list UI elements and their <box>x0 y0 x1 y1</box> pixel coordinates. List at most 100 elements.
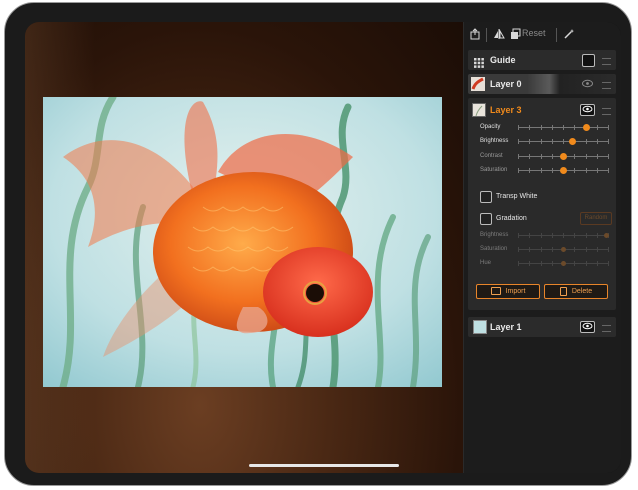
panel-toolbar: Reset <box>464 22 621 48</box>
tablet-frame: Reset Guide Layer 0 Layer 3 Opacity Brig… <box>4 2 632 486</box>
slider-tick <box>608 139 609 144</box>
slider-tick <box>585 154 587 159</box>
slider-knob[interactable] <box>560 167 567 174</box>
reset-button[interactable]: Reset <box>522 28 546 38</box>
slider-tick <box>551 168 553 173</box>
eye-icon[interactable] <box>582 79 593 90</box>
drag-handle-icon[interactable] <box>602 58 611 65</box>
slider-tick <box>563 233 564 238</box>
slider-tick <box>540 261 542 266</box>
slider-tick <box>518 168 519 173</box>
slider-tick <box>574 154 576 159</box>
slider-tick <box>529 247 531 252</box>
export-icon[interactable] <box>468 28 482 42</box>
random-button[interactable]: Random <box>580 212 612 225</box>
slider-tick <box>596 261 598 266</box>
goldfish-artwork-image <box>43 97 442 387</box>
canvas-area[interactable] <box>25 22 463 473</box>
eye-icon[interactable] <box>580 104 595 116</box>
home-indicator[interactable] <box>249 464 399 467</box>
delete-button[interactable]: Delete <box>544 284 608 299</box>
slider-tick <box>585 168 587 173</box>
slider-tick <box>529 125 531 130</box>
contrast-slider[interactable] <box>518 153 609 160</box>
saturation-label: Saturation <box>480 167 508 173</box>
slider-tick <box>574 233 576 238</box>
guide-toggle[interactable] <box>582 54 595 67</box>
guide-row[interactable]: Guide <box>468 50 616 70</box>
copy-icon[interactable] <box>508 28 522 42</box>
layer-1-thumbnail <box>473 320 487 334</box>
slider-tick <box>518 125 519 130</box>
gradation-brightness-slider[interactable] <box>518 233 610 238</box>
slider-knob[interactable] <box>560 153 567 160</box>
opacity-label: Opacity <box>480 124 501 130</box>
magic-wand-icon[interactable] <box>562 28 576 42</box>
toolbar-divider <box>556 28 557 42</box>
slider-tick <box>585 261 587 266</box>
gradation-saturation-slider[interactable] <box>518 247 609 252</box>
slider-tick <box>540 139 542 144</box>
goldfish-artwork[interactable] <box>43 97 442 387</box>
slider-knob[interactable] <box>582 124 590 131</box>
eye-icon[interactable] <box>580 321 595 333</box>
slider-tick <box>551 247 553 252</box>
slider-tick <box>518 247 519 252</box>
gradation-saturation-label: Saturation <box>480 246 508 252</box>
slider-tick <box>596 125 598 130</box>
gradation-hue-label: Hue <box>480 260 492 266</box>
toolbar-divider <box>486 28 487 42</box>
layer-3-thumbnail[interactable] <box>472 103 486 117</box>
slider-tick <box>518 139 519 144</box>
layer-3-label: Layer 3 <box>490 105 522 115</box>
transp-white-checkbox[interactable] <box>480 191 492 203</box>
slider-tick <box>551 261 553 266</box>
slider-tick <box>540 247 542 252</box>
slider-tick <box>518 154 519 159</box>
slider-tick <box>596 139 598 144</box>
slider-tick <box>596 168 598 173</box>
slider-tick <box>608 261 609 266</box>
gradation-hue-slider[interactable] <box>518 261 609 266</box>
screen: Reset Guide Layer 0 Layer 3 Opacity Brig… <box>25 22 621 473</box>
slider-knob[interactable] <box>561 247 566 252</box>
transp-white-label: Transp White <box>496 193 538 200</box>
layer-0-row[interactable]: Layer 0 <box>468 74 616 94</box>
slider-tick <box>551 125 553 130</box>
slider-tick <box>596 233 598 238</box>
grid-icon <box>474 55 484 68</box>
slider-tick <box>596 154 598 159</box>
guide-label: Guide <box>490 55 516 65</box>
saturation-slider[interactable] <box>518 167 609 174</box>
slider-tick <box>574 261 576 266</box>
gradation-checkbox[interactable] <box>480 213 492 225</box>
drag-handle-icon[interactable] <box>602 82 611 89</box>
slider-tick <box>608 247 609 252</box>
layer-1-row[interactable]: Layer 1 <box>468 317 616 337</box>
slider-tick <box>540 233 542 238</box>
slider-tick <box>529 154 531 159</box>
slider-knob[interactable] <box>569 138 576 145</box>
brightness-slider[interactable] <box>518 138 609 145</box>
drag-handle-icon[interactable] <box>602 325 611 332</box>
slider-tick <box>540 154 542 159</box>
layer-1-label: Layer 1 <box>490 322 522 332</box>
gradation-label: Gradation <box>496 215 527 222</box>
slider-knob[interactable] <box>561 261 566 266</box>
flip-icon[interactable] <box>492 28 506 42</box>
contrast-label: Contrast <box>480 153 503 159</box>
brightness-label: Brightness <box>480 138 509 144</box>
slider-tick <box>608 125 609 130</box>
import-button[interactable]: Import <box>476 284 540 299</box>
trash-icon <box>559 286 567 296</box>
slider-tick <box>574 168 576 173</box>
slider-tick <box>518 233 519 238</box>
slider-tick <box>563 125 564 130</box>
slider-tick <box>585 233 587 238</box>
slider-tick <box>540 168 542 173</box>
layer-3-panel: Layer 3 Opacity Brightness Contrast Satu… <box>468 98 616 310</box>
gradation-brightness-label: Brightness <box>480 232 509 238</box>
slider-tick <box>608 154 609 159</box>
drag-handle-icon[interactable] <box>602 108 611 115</box>
opacity-slider[interactable] <box>518 124 609 131</box>
